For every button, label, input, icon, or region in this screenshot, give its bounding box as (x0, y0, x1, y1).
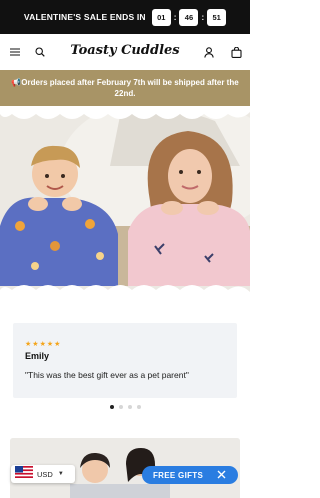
reviewer-name: Emily (25, 351, 50, 361)
shipping-notice-bar: 📢Orders placed after February 7th will b… (0, 70, 250, 106)
sale-countdown-bar: VALENTINE'S SALE ENDS IN 01 : 46 : 51 (0, 0, 250, 34)
shipping-notice: 📢Orders placed after February 7th will b… (10, 77, 240, 99)
hero-image (0, 106, 250, 304)
menu-icon[interactable] (8, 45, 22, 59)
countdown-minutes: 46 (179, 8, 199, 26)
countdown-separator: : (173, 12, 177, 22)
free-gifts-label: FREE GIFTS (153, 470, 204, 480)
free-gifts-button[interactable]: FREE GIFTS (142, 466, 238, 484)
star-icon: ★ (32, 341, 39, 348)
carousel-dot[interactable] (109, 405, 114, 409)
star-rating: ★ ★ ★ ★ ★ (25, 341, 225, 348)
close-icon[interactable] (217, 466, 226, 484)
review-text: "This was the best gift ever as a pet pa… (25, 370, 189, 380)
carousel-dot[interactable] (127, 405, 132, 409)
carousel-dot[interactable] (118, 405, 123, 409)
megaphone-icon: 📢 (11, 78, 22, 87)
currency-selector[interactable]: USD ▼ (11, 465, 75, 483)
star-icon: ★ (25, 341, 32, 348)
carousel-pagination (0, 405, 250, 409)
shipping-notice-text: Orders placed after February 7th will be… (21, 78, 239, 98)
review-card: ★ ★ ★ ★ ★ Emily "This was the best gift … (13, 323, 237, 398)
countdown-timer: 01 : 46 : 51 (151, 8, 227, 26)
account-icon[interactable] (202, 45, 216, 59)
site-header: Toasty Cuddles (0, 34, 250, 70)
bag-icon[interactable] (229, 45, 243, 59)
star-icon: ★ (39, 341, 46, 348)
sale-countdown-label: VALENTINE'S SALE ENDS IN (23, 12, 146, 22)
star-icon: ★ (54, 341, 61, 348)
carousel-dot[interactable] (136, 405, 141, 409)
star-icon: ★ (46, 341, 54, 348)
us-flag-icon (15, 465, 33, 483)
chevron-down-icon: ▼ (57, 471, 64, 477)
search-icon[interactable] (33, 45, 47, 59)
currency-code: USD (37, 469, 53, 479)
countdown-hours: 01 (151, 8, 171, 26)
countdown-separator: : (201, 12, 205, 22)
countdown-seconds: 51 (207, 8, 227, 26)
